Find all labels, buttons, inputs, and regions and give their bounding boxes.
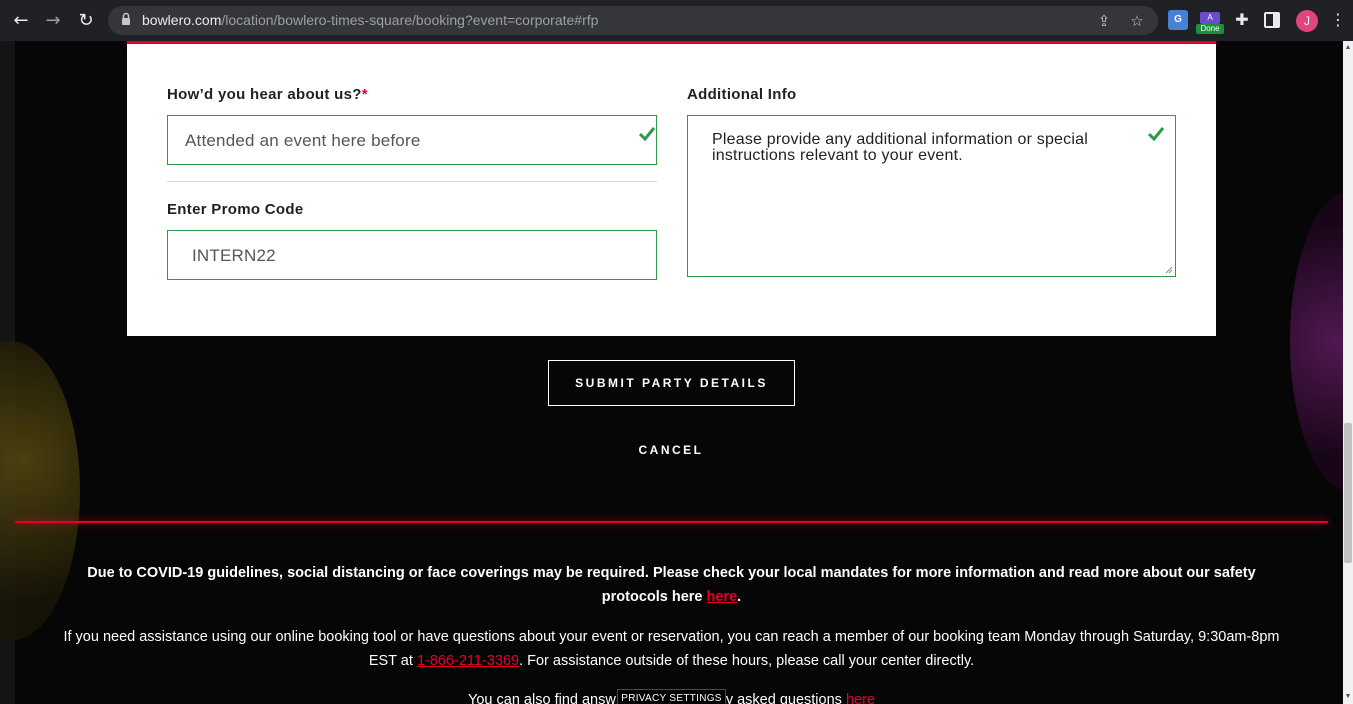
promo-code-value: INTERN22 xyxy=(192,246,276,265)
valid-check-icon xyxy=(638,127,656,142)
browser-toolbar: ← → ↻ bowlero.com/location/bowlero-times… xyxy=(0,0,1353,41)
covid-here-link[interactable]: here xyxy=(707,589,738,605)
additional-info-label: Additional Info xyxy=(687,86,797,103)
assistance-notice: If you need assistance using our online … xyxy=(63,629,1280,669)
booking-form-card: How’d you hear about us?* Attended an ev… xyxy=(127,44,1216,336)
privacy-settings-button[interactable]: PRIVACY SETTINGS xyxy=(617,689,726,704)
address-bar[interactable]: bowlero.com/location/bowlero-times-squar… xyxy=(108,6,1158,35)
hear-about-value: Attended an event here before xyxy=(185,131,421,150)
profile-avatar[interactable]: J xyxy=(1296,10,1318,32)
valid-check-icon xyxy=(1147,127,1165,142)
url-text[interactable]: bowlero.com/location/bowlero-times-squar… xyxy=(142,12,598,28)
field-divider xyxy=(167,181,657,182)
additional-info-textarea[interactable]: Please provide any additional informatio… xyxy=(687,115,1176,277)
kebab-menu-icon[interactable]: ⋮ xyxy=(1330,9,1346,31)
page-content: How’d you hear about us?* Attended an ev… xyxy=(0,41,1343,704)
phone-link[interactable]: 1-866-211-3369 xyxy=(417,653,519,669)
side-panel-icon[interactable] xyxy=(1264,12,1280,28)
lock-icon xyxy=(122,12,130,25)
background-balloon-purple xyxy=(1290,191,1343,491)
scroll-up-arrow-icon[interactable]: ▲ xyxy=(1343,41,1353,55)
cancel-button[interactable]: CANCEL xyxy=(571,443,771,457)
page-scrollbar[interactable]: ▲ ▼ xyxy=(1343,41,1353,704)
faq-here-link[interactable]: here xyxy=(846,692,875,704)
forward-arrow-icon[interactable]: → xyxy=(40,8,66,34)
hear-about-select[interactable]: Attended an event here before xyxy=(167,115,657,165)
extension-done-badge: Done xyxy=(1196,24,1224,34)
translate-icon[interactable]: G xyxy=(1168,10,1188,30)
reload-icon[interactable]: ↻ xyxy=(73,8,99,34)
extension-a-icon[interactable]: A xyxy=(1200,12,1220,24)
submit-party-details-button[interactable]: SUBMIT PARTY DETAILS xyxy=(548,360,795,406)
footer-divider xyxy=(15,521,1328,523)
share-icon[interactable]: ⇪ xyxy=(1094,11,1114,31)
resize-grip-icon[interactable] xyxy=(1165,266,1173,274)
scroll-thumb[interactable] xyxy=(1344,423,1352,563)
scroll-down-arrow-icon[interactable]: ▼ xyxy=(1343,690,1353,704)
extensions-puzzle-icon[interactable]: ✚ xyxy=(1232,10,1252,30)
covid-notice: Due to COVID-19 guidelines, social dista… xyxy=(87,565,1256,605)
promo-code-input[interactable]: INTERN22 xyxy=(167,230,657,280)
bookmark-star-icon[interactable]: ☆ xyxy=(1127,11,1147,31)
additional-info-placeholder: Please provide any additional informatio… xyxy=(712,131,1088,164)
promo-code-label: Enter Promo Code xyxy=(167,201,304,218)
hear-about-label: How’d you hear about us?* xyxy=(167,86,368,103)
back-arrow-icon[interactable]: ← xyxy=(8,8,34,34)
